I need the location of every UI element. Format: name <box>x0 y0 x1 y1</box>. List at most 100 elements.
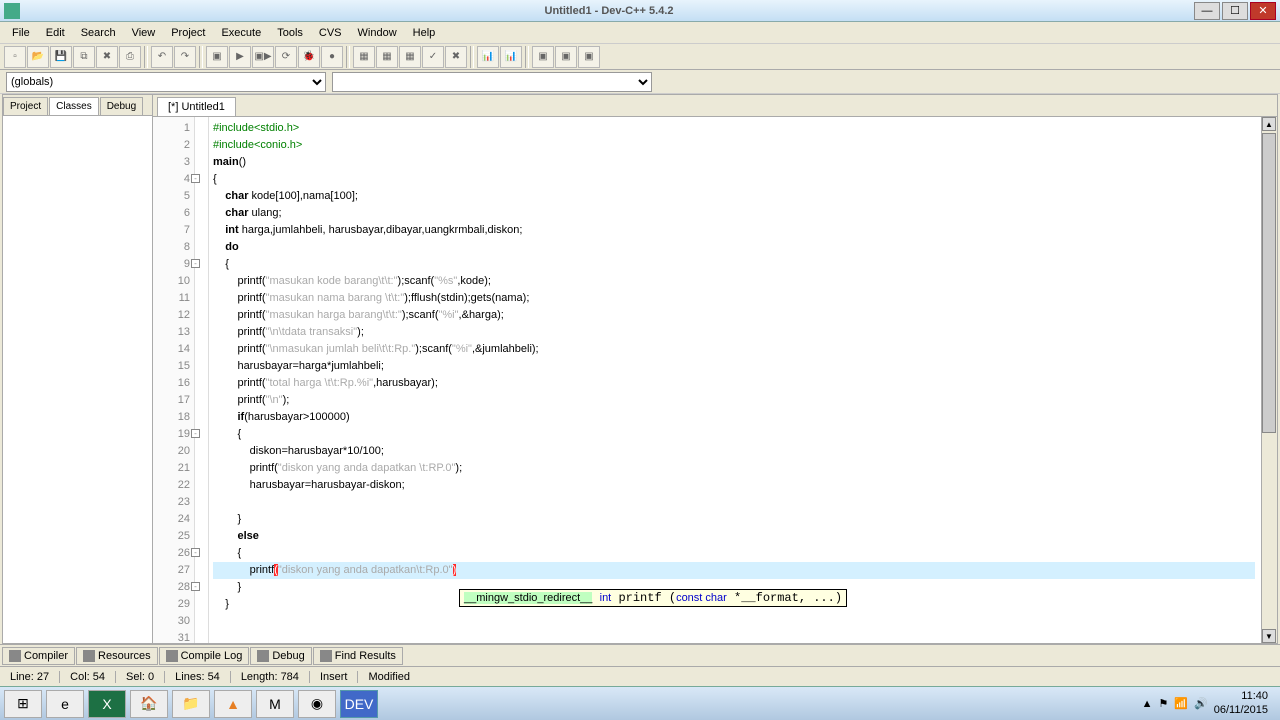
tab-classes[interactable]: Classes <box>49 97 99 115</box>
tab-debug-bottom[interactable]: Debug <box>250 647 311 665</box>
toolbar: ▫ 📂 💾 ⧉ ✖ ⎙ ↶ ↷ ▣ ▶ ▣▶ ⟳ 🐞 ● ▦ ▦ ▦ ✓ ✖ 📊… <box>0 44 1280 70</box>
grid-icon[interactable]: ▦ <box>399 46 421 68</box>
left-panel: Project Classes Debug <box>3 95 153 643</box>
editor-tabs: [*] Untitled1 <box>153 95 1277 117</box>
system-tray: ▲ ⚑ 📶 🔊 11:40 06/11/2015 <box>1134 690 1276 716</box>
tab-untitled1[interactable]: [*] Untitled1 <box>157 97 236 116</box>
maximize-button[interactable]: ☐ <box>1222 2 1248 20</box>
editor-panel: [*] Untitled1 1234-56789-101112131415161… <box>153 95 1277 643</box>
scope-bar: (globals) <box>0 70 1280 94</box>
menu-window[interactable]: Window <box>350 24 405 42</box>
close-button[interactable]: ✕ <box>1250 2 1276 20</box>
taskbar-devcpp-icon[interactable]: DEV <box>340 690 378 718</box>
tray-flag-icon[interactable]: ⚑ <box>1158 697 1168 710</box>
check-icon[interactable]: ✓ <box>422 46 444 68</box>
menubar: File Edit Search View Project Execute To… <box>0 22 1280 44</box>
menu-execute[interactable]: Execute <box>213 24 269 42</box>
menu-tools[interactable]: Tools <box>269 24 311 42</box>
new-file-icon[interactable]: ▫ <box>4 46 26 68</box>
taskbar-vlc-icon[interactable]: ▲ <box>214 690 252 718</box>
fold-toggle-icon[interactable]: - <box>191 174 200 183</box>
run-icon[interactable]: ▶ <box>229 46 251 68</box>
scope-combo[interactable]: (globals) <box>6 72 326 92</box>
compile-run-icon[interactable]: ▣▶ <box>252 46 274 68</box>
fold-toggle-icon[interactable]: - <box>191 259 200 268</box>
taskbar-ie-icon[interactable]: e <box>46 690 84 718</box>
stop-icon[interactable]: ● <box>321 46 343 68</box>
scroll-down-icon[interactable]: ▼ <box>1262 629 1276 643</box>
close-file-icon[interactable]: ✖ <box>96 46 118 68</box>
taskbar-explorer-icon[interactable]: 🏠 <box>130 690 168 718</box>
minimize-button[interactable]: — <box>1194 2 1220 20</box>
new-project-icon[interactable]: ▦ <box>353 46 375 68</box>
tab-project[interactable]: Project <box>3 97 48 115</box>
bookmark-icon[interactable]: ▣ <box>555 46 577 68</box>
tab-compile-log[interactable]: Compile Log <box>159 647 250 665</box>
tray-network-icon[interactable]: 📶 <box>1174 697 1188 710</box>
status-sel: Sel: 0 <box>116 671 165 683</box>
print-icon[interactable]: ⎙ <box>119 46 141 68</box>
class-browser <box>3 116 152 643</box>
toolbar-sep <box>525 46 529 68</box>
menu-view[interactable]: View <box>124 24 164 42</box>
scroll-thumb[interactable] <box>1262 133 1276 433</box>
titlebar: Untitled1 - Dev-C++ 5.4.2 — ☐ ✕ <box>0 0 1280 22</box>
taskbar-folder-icon[interactable]: 📁 <box>172 690 210 718</box>
undo-icon[interactable]: ↶ <box>151 46 173 68</box>
cancel-icon[interactable]: ✖ <box>445 46 467 68</box>
redo-icon[interactable]: ↷ <box>174 46 196 68</box>
menu-search[interactable]: Search <box>73 24 124 42</box>
taskbar-chrome-icon[interactable]: ◉ <box>298 690 336 718</box>
left-tabs: Project Classes Debug <box>3 95 152 116</box>
fold-toggle-icon[interactable]: - <box>191 429 200 438</box>
start-button[interactable]: ⊞ <box>4 690 42 718</box>
bottom-tabs: Compiler Resources Compile Log Debug Fin… <box>0 644 1280 666</box>
goto-icon[interactable]: ▣ <box>532 46 554 68</box>
tab-debug[interactable]: Debug <box>100 97 143 115</box>
menu-edit[interactable]: Edit <box>38 24 73 42</box>
debug-icon[interactable]: 🐞 <box>298 46 320 68</box>
code-editor[interactable]: 1234-56789-10111213141516171819-20212223… <box>153 117 1277 643</box>
param-hint-tooltip: __mingw_stdio_redirect__ int printf (con… <box>459 589 847 607</box>
compile-icon[interactable]: ▣ <box>206 46 228 68</box>
tab-resources[interactable]: Resources <box>76 647 158 665</box>
scroll-up-icon[interactable]: ▲ <box>1262 117 1276 131</box>
taskbar-clock[interactable]: 11:40 06/11/2015 <box>1214 690 1268 716</box>
fold-column <box>195 117 209 643</box>
fold-toggle-icon[interactable]: - <box>191 548 200 557</box>
status-col: Col: 54 <box>60 671 116 683</box>
debug-icon <box>257 650 269 662</box>
status-modified: Modified <box>358 671 1280 683</box>
main-area: Project Classes Debug [*] Untitled1 1234… <box>2 94 1278 644</box>
resources-icon <box>83 650 95 662</box>
status-line: Line: 27 <box>0 671 60 683</box>
tab-find-results[interactable]: Find Results <box>313 647 403 665</box>
save-icon[interactable]: 💾 <box>50 46 72 68</box>
code-content[interactable]: #include<stdio.h>#include<conio.h>main()… <box>209 117 1261 643</box>
toolbar-sep <box>470 46 474 68</box>
menu-cvs[interactable]: CVS <box>311 24 350 42</box>
fold-toggle-icon[interactable]: - <box>191 582 200 591</box>
taskbar-excel-icon[interactable]: X <box>88 690 126 718</box>
save-all-icon[interactable]: ⧉ <box>73 46 95 68</box>
status-length: Length: 784 <box>231 671 310 683</box>
project-options-icon[interactable]: ▦ <box>376 46 398 68</box>
misc-icon[interactable]: ▣ <box>578 46 600 68</box>
toolbar-sep <box>346 46 350 68</box>
tab-compiler[interactable]: Compiler <box>2 647 75 665</box>
profile-icon[interactable]: 📊 <box>477 46 499 68</box>
tray-up-icon[interactable]: ▲ <box>1142 698 1153 710</box>
tray-volume-icon[interactable]: 🔊 <box>1194 697 1208 710</box>
app-icon <box>4 3 20 19</box>
log-icon <box>166 650 178 662</box>
menu-help[interactable]: Help <box>405 24 444 42</box>
toolbar-sep <box>144 46 148 68</box>
member-combo[interactable] <box>332 72 652 92</box>
profile-analyze-icon[interactable]: 📊 <box>500 46 522 68</box>
taskbar-m-icon[interactable]: M <box>256 690 294 718</box>
menu-project[interactable]: Project <box>163 24 213 42</box>
vertical-scrollbar[interactable]: ▲ ▼ <box>1261 117 1277 643</box>
open-file-icon[interactable]: 📂 <box>27 46 49 68</box>
rebuild-icon[interactable]: ⟳ <box>275 46 297 68</box>
menu-file[interactable]: File <box>4 24 38 42</box>
